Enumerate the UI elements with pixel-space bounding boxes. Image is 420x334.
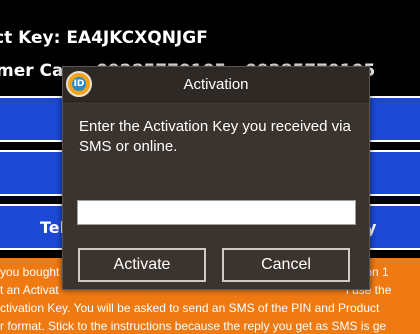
activation-dialog: ID Activation Enter the Activation Key y… bbox=[62, 66, 370, 290]
info-line-left: r format. Stick to the instructions beca… bbox=[0, 319, 387, 333]
product-key-label: ct Key: EA4JKCXQNJGF bbox=[0, 28, 208, 48]
cancel-button[interactable]: Cancel bbox=[222, 248, 350, 282]
info-line: ctivation Key. You will be asked to send… bbox=[0, 300, 420, 316]
dialog-title: Activation bbox=[183, 76, 249, 93]
info-line-left: t an Activat bbox=[0, 283, 59, 297]
dialog-titlebar[interactable]: ID Activation bbox=[63, 67, 369, 102]
activate-button[interactable]: Activate bbox=[78, 248, 206, 282]
info-line-left: ctivation Key. You will be asked to send… bbox=[0, 301, 380, 315]
activation-key-input[interactable] bbox=[77, 200, 356, 225]
info-line: r format. Stick to the instructions beca… bbox=[0, 318, 420, 334]
dialog-prompt: Enter the Activation Key you received vi… bbox=[79, 118, 351, 155]
info-line-left: you bought bbox=[0, 265, 60, 279]
screen: ct Key: EA4JKCXQNJGF mer Care: 092857701… bbox=[0, 0, 420, 334]
